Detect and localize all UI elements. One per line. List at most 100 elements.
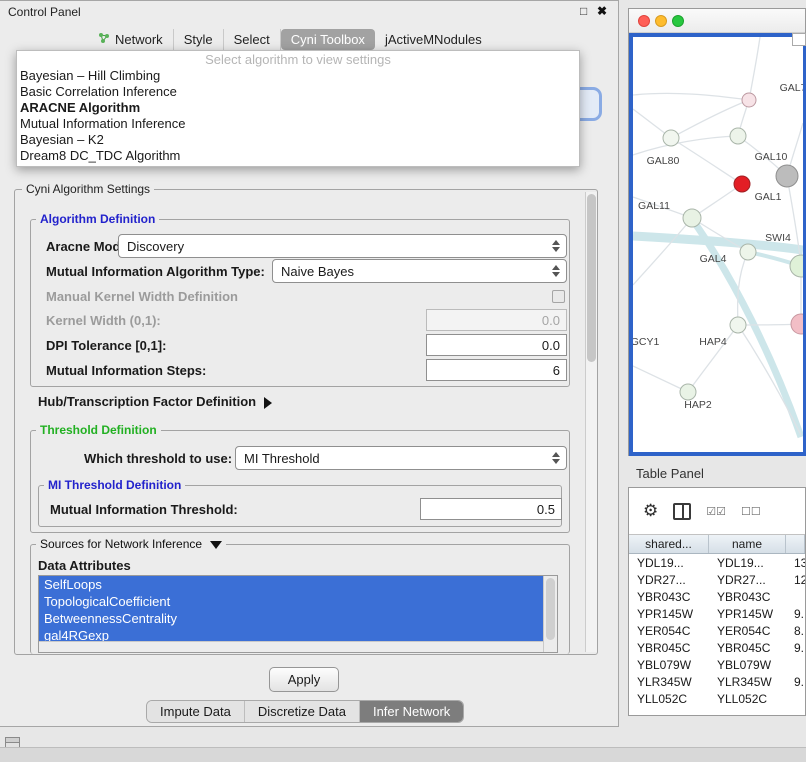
mac-minimize-button[interactable]: [655, 15, 667, 27]
list-vertical-scrollbar[interactable]: [543, 576, 557, 652]
manual-kernel-width-label: Manual Kernel Width Definition: [46, 289, 238, 305]
tab-cyni-toolbox[interactable]: Cyni Toolbox: [281, 29, 375, 50]
column-header-name[interactable]: name: [709, 535, 786, 553]
tab-label: Select: [234, 32, 270, 47]
dropdown-item-bayesian-k2[interactable]: Bayesian – K2: [17, 132, 579, 148]
table-cell: YPR145W: [629, 607, 709, 621]
table-row[interactable]: YBL079WYBL079W: [629, 656, 805, 673]
manual-kernel-width-checkbox[interactable]: [552, 290, 565, 303]
table-row[interactable]: YLR345WYLR345W9.: [629, 673, 805, 690]
attribute-item-betweennesscentrality[interactable]: BetweennessCentrality: [39, 610, 543, 627]
table-row[interactable]: YPR145WYPR145W9.: [629, 605, 805, 622]
scrollbar-thumb[interactable]: [587, 194, 596, 362]
aracne-mode-select[interactable]: Discovery: [118, 234, 567, 258]
mi-steps-label: Mutual Information Steps:: [46, 363, 206, 379]
network-node[interactable]: [791, 314, 803, 334]
tab-label: Style: [184, 32, 213, 47]
table-row[interactable]: YBR045CYBR045C9.: [629, 639, 805, 656]
table-row[interactable]: YDL19...YDL19...13: [629, 554, 805, 571]
table-row[interactable]: YDR27...YDR27...12: [629, 571, 805, 588]
network-node-label: HAP2: [684, 399, 712, 411]
table-row[interactable]: YLL052CYLL052C: [629, 690, 805, 707]
network-node-label: GAL80: [647, 155, 680, 167]
deselect-all-icon[interactable]: ☐☐: [741, 505, 761, 518]
stepper-icon: [549, 263, 562, 279]
network-node-label: GAL11: [638, 200, 670, 212]
bottom-tab-infer-network[interactable]: Infer Network: [360, 701, 463, 722]
float-window-icon[interactable]: □: [580, 4, 587, 18]
scrollbar-thumb[interactable]: [546, 578, 555, 640]
columns-icon[interactable]: [673, 503, 691, 520]
which-threshold-label: Which threshold to use:: [84, 451, 232, 467]
which-threshold-value: MI Threshold: [244, 451, 320, 466]
bottom-tab-bar: Impute DataDiscretize DataInfer Network: [146, 700, 464, 723]
select-all-icon[interactable]: ☑☑: [706, 505, 726, 518]
table-cell: YER054C: [709, 624, 786, 638]
table-cell: YBR043C: [709, 590, 786, 604]
mi-threshold-field[interactable]: 0.5: [420, 498, 562, 520]
table-cell: 8.: [786, 624, 805, 638]
network-node[interactable]: [663, 130, 679, 146]
hub-definition-toggle[interactable]: Hub/Transcription Factor Definition: [38, 394, 272, 410]
table-cell: YLR345W: [629, 675, 709, 689]
network-node[interactable]: [776, 165, 798, 187]
dropdown-item-basic-correlation-inference[interactable]: Basic Correlation Inference: [17, 84, 579, 100]
table-cell: YDR27...: [709, 573, 786, 587]
network-node[interactable]: [734, 176, 750, 192]
settings-group-title: Cyni Algorithm Settings: [22, 182, 154, 196]
network-node[interactable]: [742, 93, 756, 107]
aracne-mode-value: Discovery: [127, 239, 184, 254]
dropdown-item-dream8-dc-tdc-algorithm[interactable]: Dream8 DC_TDC Algorithm: [17, 148, 579, 164]
which-threshold-select[interactable]: MI Threshold: [235, 446, 567, 470]
algorithm-dropdown-list: Select algorithm to view settings Bayesi…: [16, 50, 580, 167]
kernel-width-label: Kernel Width (0,1):: [46, 313, 161, 329]
network-node[interactable]: [683, 209, 701, 227]
tab-jactivemnodules[interactable]: jActiveMNodules: [375, 29, 492, 50]
tab-select[interactable]: Select: [224, 29, 281, 50]
table-row[interactable]: YBR043CYBR043C: [629, 588, 805, 605]
sources-toggle[interactable]: Sources for Network Inference: [36, 537, 226, 551]
close-icon[interactable]: ✖: [597, 4, 607, 18]
dpi-tolerance-field[interactable]: 0.0: [426, 334, 567, 356]
apply-button[interactable]: Apply: [269, 667, 339, 692]
dropdown-item-aracne-algorithm[interactable]: ARACNE Algorithm: [17, 100, 579, 116]
mi-algorithm-type-select[interactable]: Naive Bayes: [272, 259, 567, 283]
table-cell: YLR345W: [709, 675, 786, 689]
table-panel-title: Table Panel: [636, 466, 704, 481]
stepper-icon: [549, 450, 562, 466]
dpi-tolerance-label: DPI Tolerance [0,1]:: [46, 338, 166, 354]
tab-style[interactable]: Style: [174, 29, 224, 50]
column-header-extra[interactable]: [786, 535, 805, 553]
attribute-items: SelfLoopsTopologicalCoefficientBetweenne…: [39, 576, 557, 644]
data-attributes-list[interactable]: SelfLoopsTopologicalCoefficientBetweenne…: [38, 575, 558, 653]
network-node[interactable]: [790, 255, 803, 277]
table-cell: YBR045C: [629, 641, 709, 655]
network-canvas[interactable]: GAL80GAL10GAL11GAL1SWI4GAL4GCY1HAP4HAP2G…: [629, 33, 806, 456]
settings-scrollbar[interactable]: [585, 192, 597, 652]
tab-network[interactable]: Network: [88, 29, 174, 50]
dropdown-item-bayesian-hill-climbing[interactable]: Bayesian – Hill Climbing: [17, 68, 579, 84]
network-node-label: GCY1: [633, 336, 659, 348]
network-node[interactable]: [730, 317, 746, 333]
table-cell: YBL079W: [629, 658, 709, 672]
mi-steps-field[interactable]: 6: [426, 359, 567, 381]
network-node[interactable]: [740, 244, 756, 260]
attribute-item-topologicalcoefficient[interactable]: TopologicalCoefficient: [39, 593, 543, 610]
network-edges-thick: [633, 219, 803, 437]
network-window-titlebar[interactable]: [629, 9, 805, 33]
dropdown-item-mutual-information-inference[interactable]: Mutual Information Inference: [17, 116, 579, 132]
table-cell: YBL079W: [709, 658, 786, 672]
column-header-shared-[interactable]: shared...: [629, 535, 709, 553]
list-horizontal-scrollbar[interactable]: [39, 641, 543, 652]
mac-close-button[interactable]: [638, 15, 650, 27]
network-node[interactable]: [730, 128, 746, 144]
gear-icon[interactable]: ⚙: [643, 501, 658, 521]
mac-zoom-button[interactable]: [672, 15, 684, 27]
table-row[interactable]: YER054CYER054C8.: [629, 622, 805, 639]
bottom-tab-discretize-data[interactable]: Discretize Data: [245, 701, 360, 722]
mi-algorithm-type-label: Mutual Information Algorithm Type:: [46, 264, 265, 280]
bottom-tab-impute-data[interactable]: Impute Data: [147, 701, 245, 722]
attribute-item-selfloops[interactable]: SelfLoops: [39, 576, 543, 593]
network-node[interactable]: [680, 384, 696, 400]
table-cell: 9.: [786, 641, 805, 655]
